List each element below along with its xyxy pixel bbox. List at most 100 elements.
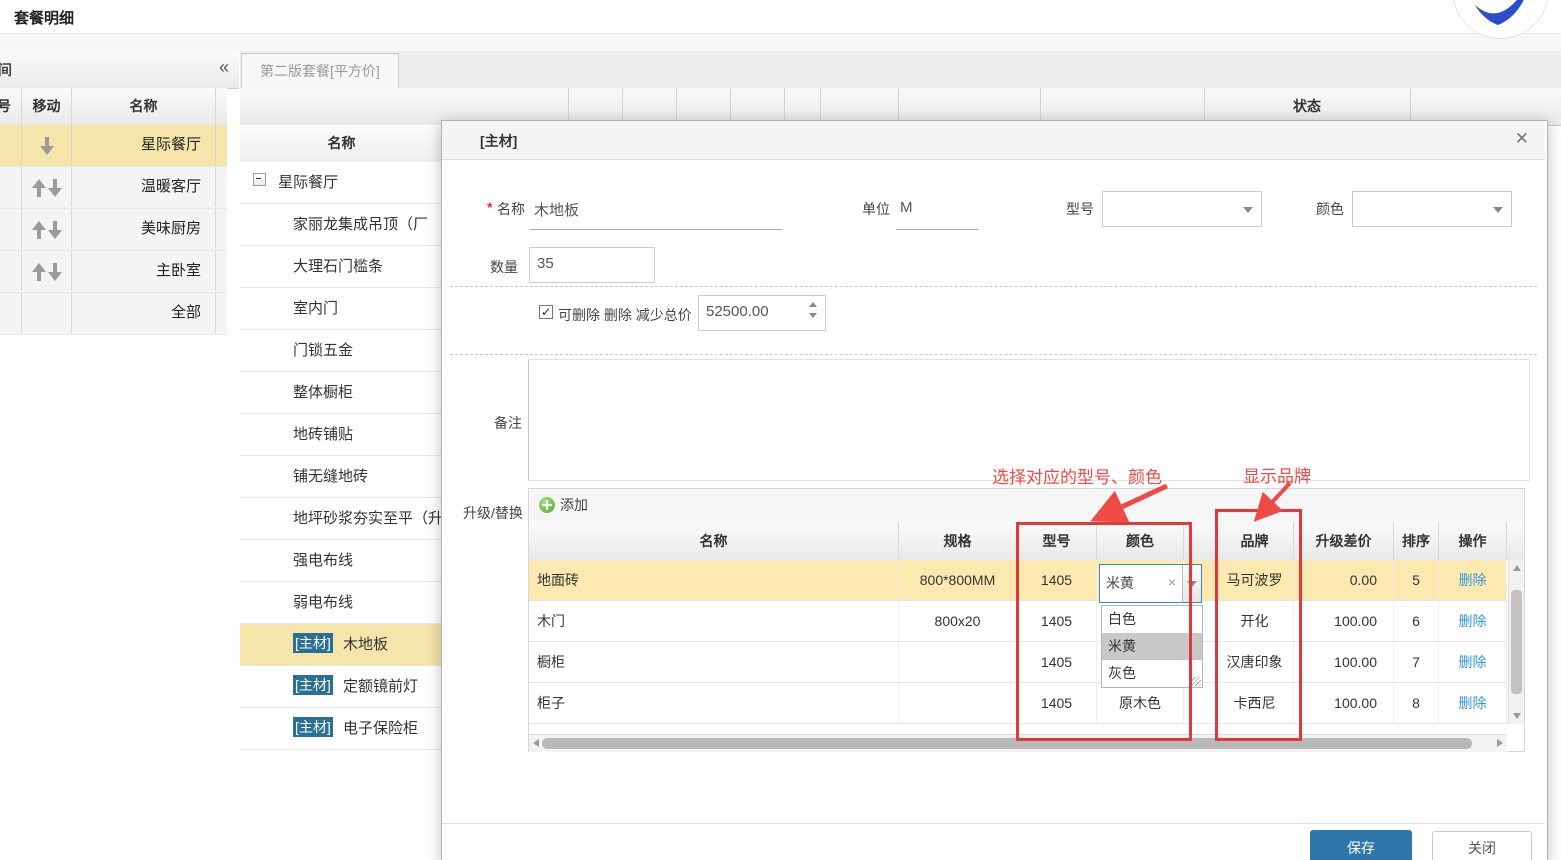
color-label: 颜色 bbox=[1316, 199, 1344, 219]
delete-link[interactable]: 删除 bbox=[1459, 613, 1487, 629]
space-panel-header: 空间 « bbox=[0, 51, 239, 89]
col-gap bbox=[1184, 522, 1216, 560]
scroll-left-icon[interactable] bbox=[533, 739, 539, 747]
material-badge: [主材] bbox=[293, 633, 333, 653]
unit-input[interactable]: M bbox=[896, 191, 978, 230]
scroll-down-icon[interactable] bbox=[1513, 713, 1521, 719]
grid-vertical-scrollbar[interactable] bbox=[1508, 560, 1524, 724]
col-op: 操作 bbox=[1439, 522, 1507, 560]
space-grid-header: 号 移动 名称 bbox=[0, 88, 227, 126]
color-option-list: 白色 米黄 灰色 bbox=[1101, 605, 1203, 688]
save-button[interactable]: 保存 bbox=[1310, 830, 1412, 860]
qty-label: 数量 bbox=[490, 257, 518, 277]
price-reduce-spinner[interactable]: 52500.00 bbox=[698, 295, 826, 331]
combo-dropdown-button[interactable] bbox=[1182, 565, 1201, 602]
top-strip bbox=[0, 34, 1561, 52]
spinner-up-icon[interactable] bbox=[809, 302, 817, 307]
space-name: 温暖客厅 bbox=[72, 167, 216, 207]
model-label: 型号 bbox=[1066, 199, 1094, 219]
space-rows: 星际餐厅 温暖客厅 美味厨房 主卧室 bbox=[0, 125, 227, 335]
add-plus-icon bbox=[539, 497, 555, 513]
col-name: 名称 bbox=[529, 522, 899, 560]
dialog-title: [主材] bbox=[480, 131, 517, 151]
name-input[interactable]: 木地板 bbox=[530, 191, 782, 230]
dialog-header: [主材] ✕ bbox=[442, 121, 1545, 160]
move-down-icon[interactable] bbox=[40, 137, 54, 155]
app-root: 套餐明细 空间 « 号 移动 名称 星际餐厅 bbox=[0, 0, 1561, 860]
tab-bar: 第二版套餐[平方价] bbox=[240, 51, 1561, 89]
move-down-icon[interactable] bbox=[48, 179, 62, 197]
grid-horizontal-scrollbar[interactable] bbox=[529, 734, 1507, 752]
grid-row[interactable]: 橱柜 1405 汉唐印象 100.00 7 删除 bbox=[529, 642, 1524, 683]
color-option[interactable]: 白色 bbox=[1102, 606, 1202, 633]
chevron-down-icon bbox=[1493, 207, 1503, 213]
material-dialog: [主材] ✕ * 名称 木地板 单位 M 型号 颜色 数量 35 ✓ 可删除 删… bbox=[441, 120, 1548, 860]
color-select[interactable] bbox=[1352, 191, 1512, 227]
color-option-highlighted[interactable]: 米黄 bbox=[1102, 633, 1202, 660]
move-up-icon[interactable] bbox=[32, 221, 46, 239]
space-row[interactable]: 美味厨房 bbox=[0, 209, 227, 251]
col-spacer bbox=[216, 88, 227, 125]
col-move: 移动 bbox=[22, 88, 72, 125]
add-button[interactable]: 添加 bbox=[539, 489, 588, 521]
deletable-label: 可删除 删除 减少总价 bbox=[558, 305, 692, 325]
chevron-down-icon bbox=[1243, 207, 1253, 213]
dialog-footer: 保存 关闭 bbox=[442, 823, 1545, 860]
col-spec: 规格 bbox=[899, 522, 1017, 560]
space-row[interactable]: 主卧室 bbox=[0, 251, 227, 293]
deletable-checkbox[interactable]: ✓ bbox=[539, 305, 553, 319]
col-name: 名称 bbox=[72, 88, 216, 125]
move-up-icon[interactable] bbox=[32, 179, 46, 197]
qty-input[interactable]: 35 bbox=[529, 247, 655, 283]
model-select[interactable] bbox=[1102, 191, 1262, 227]
scroll-thumb[interactable] bbox=[542, 738, 1472, 749]
grid-header-row: 名称 规格 型号 颜色 品牌 升级差价 排序 操作 bbox=[529, 522, 1524, 561]
space-row-selected[interactable]: 星际餐厅 bbox=[0, 125, 227, 167]
collapse-panel-icon[interactable]: « bbox=[219, 57, 229, 78]
grid-row[interactable]: 木门 800x20 1405 开化 100.00 6 删除 bbox=[529, 601, 1524, 642]
grid-row[interactable]: 柜子 1405 原木色 卡西尼 100.00 8 删除 bbox=[529, 683, 1524, 724]
delete-link[interactable]: 删除 bbox=[1459, 654, 1487, 670]
top-bar bbox=[0, 0, 1561, 34]
collapse-node-icon[interactable] bbox=[253, 173, 266, 186]
spinner-down-icon[interactable] bbox=[809, 313, 817, 318]
annotation-brand: 显示品牌 bbox=[1243, 462, 1311, 487]
delete-link[interactable]: 删除 bbox=[1459, 695, 1487, 711]
divider bbox=[450, 286, 1537, 287]
scroll-thumb[interactable] bbox=[1511, 590, 1522, 694]
upgrade-label: 升级/替换 bbox=[463, 503, 523, 523]
move-down-icon[interactable] bbox=[48, 221, 62, 239]
material-badge: [主材] bbox=[293, 675, 333, 695]
resize-handle[interactable] bbox=[1192, 677, 1201, 686]
move-down-icon[interactable] bbox=[48, 263, 62, 281]
col-diff: 升级差价 bbox=[1294, 522, 1394, 560]
remark-label: 备注 bbox=[494, 413, 522, 433]
clear-icon[interactable]: × bbox=[1168, 574, 1176, 590]
space-row-all[interactable]: 全部 bbox=[0, 293, 227, 335]
close-icon[interactable]: ✕ bbox=[1515, 129, 1529, 149]
grid-toolbar: 添加 bbox=[529, 489, 1524, 523]
annotation-model-color: 选择对应的型号、颜色 bbox=[992, 463, 1162, 488]
space-name: 全部 bbox=[72, 293, 216, 333]
grid-row[interactable]: 地面砖 800*800MM 1405 马可波罗 0.00 5 删除 bbox=[529, 560, 1524, 601]
close-button[interactable]: 关闭 bbox=[1432, 831, 1532, 860]
col-model: 型号 bbox=[1017, 522, 1097, 560]
scroll-up-icon[interactable] bbox=[1513, 565, 1521, 571]
col-brand: 品牌 bbox=[1216, 522, 1294, 560]
delete-link[interactable]: 删除 bbox=[1459, 572, 1487, 588]
required-mark: * bbox=[487, 199, 492, 215]
space-panel: 空间 « 号 移动 名称 星际餐厅 温暖客厅 bbox=[0, 51, 241, 860]
scroll-right-icon[interactable] bbox=[1497, 739, 1503, 747]
name-label: 名称 bbox=[497, 199, 525, 219]
col-sort: 排序 bbox=[1394, 522, 1439, 560]
chevron-down-icon bbox=[1187, 581, 1197, 587]
tree-column-header: 名称 bbox=[240, 125, 443, 163]
unit-label: 单位 bbox=[862, 199, 890, 219]
move-up-icon[interactable] bbox=[32, 263, 46, 281]
space-row[interactable]: 温暖客厅 bbox=[0, 167, 227, 209]
page-title: 套餐明细 bbox=[14, 7, 74, 28]
color-combo-editor[interactable]: 米黄 × bbox=[1099, 564, 1202, 603]
space-name: 美味厨房 bbox=[72, 209, 216, 249]
color-option[interactable]: 灰色 bbox=[1102, 660, 1202, 687]
tab-package-v2[interactable]: 第二版套餐[平方价] bbox=[241, 53, 399, 88]
